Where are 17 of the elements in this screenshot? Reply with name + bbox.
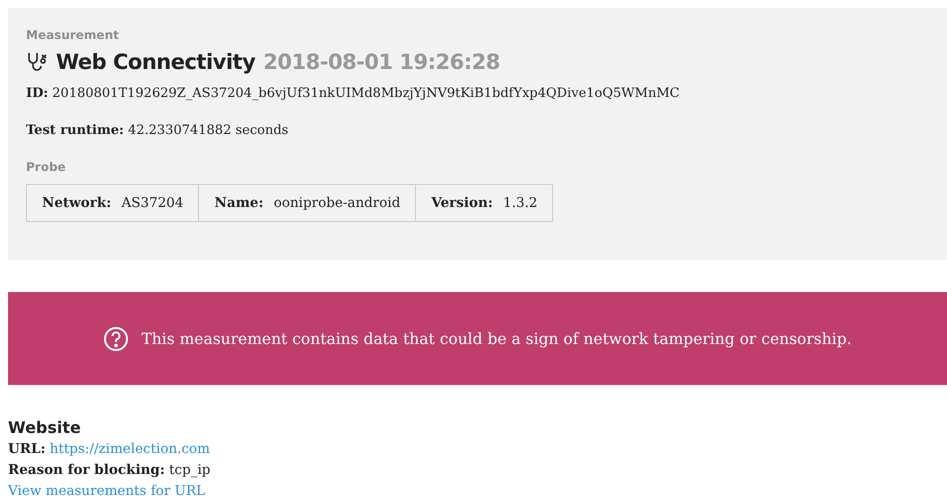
view-measurements-link[interactable]: View measurements for URL	[8, 483, 206, 499]
test-runtime: Test runtime: 42.2330741882 seconds	[26, 123, 290, 138]
probe-info-cell: Name: ooniprobe-android	[199, 185, 416, 221]
url-link[interactable]: https://zimelection.com	[50, 441, 210, 457]
measurement-id: ID: 20180801T192629Z_AS37204_b6vjUf31nkUIMd8MbzjYjNV9tKiB1bdfYxp4QDive1oQ5WMnMC	[26, 86, 681, 101]
blocking-reason: Reason for blocking: tcp_ip	[8, 461, 212, 480]
question-icon	[103, 326, 130, 352]
test-date: 2018-08-01 19:26:28	[263, 50, 500, 74]
test-title: Web Connectivity	[56, 50, 256, 74]
url-label: URL:	[8, 441, 46, 457]
alert-message: This measurement contains data that could be a sign of network tampering or censorship.	[141, 330, 852, 348]
stethoscope-icon	[26, 51, 48, 73]
section-label: Measurement	[26, 28, 120, 42]
section-heading: Website	[8, 417, 82, 439]
section-label: Probe	[26, 160, 67, 174]
probe-info-cell-text: Version: 1.3.2	[430, 194, 538, 213]
probe-info-cell: Network: AS37204	[27, 185, 200, 221]
